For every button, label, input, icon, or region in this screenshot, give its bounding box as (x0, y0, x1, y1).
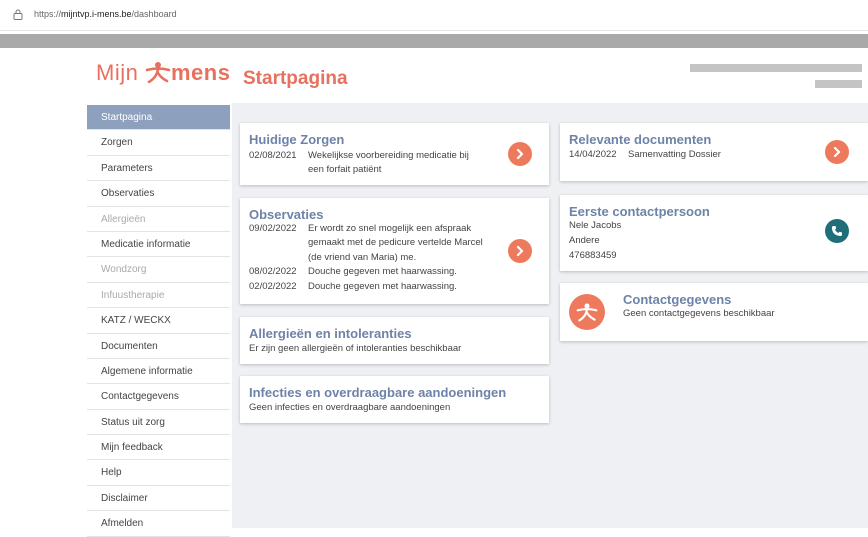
observatie-text-line3: (de vriend van Maria) me. (308, 252, 417, 263)
contact-relation: Andere (569, 235, 600, 246)
mijn-imens-logo[interactable]: Mijn mens (96, 60, 230, 86)
sidebar-item-allergieen[interactable]: Allergieën (87, 206, 230, 232)
observatie-text: Douche gegeven met haarwassing. (308, 281, 457, 292)
page-title: Startpagina (243, 68, 348, 89)
contactgegevens-text: Geen contactgegevens beschikbaar (623, 308, 775, 319)
contact-name: Nele Jacobs (569, 220, 622, 231)
card-contactgegevens[interactable]: Contactgegevens Geen contactgegevens bes… (560, 283, 868, 341)
sidebar-nav: Startpagina Zorgen Parameters Observatie… (87, 105, 230, 537)
card-infecties[interactable]: Infecties en overdraagbare aandoeningen … (240, 376, 549, 423)
chevron-right-button[interactable] (508, 142, 532, 166)
imens-logo-badge (569, 294, 605, 330)
sidebar-item-afmelden[interactable]: Afmelden (87, 511, 230, 537)
zorg-text-line2: een forfait patiënt (308, 164, 382, 175)
chevron-right-icon (516, 245, 524, 257)
card-title: Observaties (249, 207, 324, 222)
lock-icon (13, 9, 23, 20)
sidebar-item-contactgegevens[interactable]: Contactgegevens (87, 384, 230, 410)
sidebar-item-status-uit-zorg[interactable]: Status uit zorg (87, 409, 230, 436)
url-text: https://mijntvp.i-mens.be/dashboard (34, 9, 177, 19)
sidebar-item-mijn-feedback[interactable]: Mijn feedback (87, 435, 230, 461)
card-title: Eerste contactpersoon (569, 204, 710, 219)
sidebar-item-help[interactable]: Help (87, 460, 230, 486)
sidebar-item-zorgen[interactable]: Zorgen (87, 130, 230, 156)
card-title: Contactgegevens (623, 292, 732, 307)
card-huidige-zorgen[interactable]: Huidige Zorgen 02/08/2021 Wekelijkse voo… (240, 123, 549, 185)
contact-phone: 476883459 (569, 250, 617, 261)
redacted-bar (0, 34, 868, 48)
sidebar-item-algemene-informatie[interactable]: Algemene informatie (87, 358, 230, 385)
card-title: Relevante documenten (569, 132, 712, 147)
imens-logo-icon (145, 62, 171, 84)
card-eerste-contactpersoon[interactable]: Eerste contactpersoon Nele Jacobs Andere… (560, 195, 868, 271)
observatie-text-line2: gemaakt met de pedicure vertelde Marcel (308, 237, 483, 248)
allergieen-text: Er zijn geen allergieën of intoleranties… (249, 343, 462, 354)
observatie-text-line1: Er wordt zo snel mogelijk een afspraak (308, 223, 472, 234)
imens-logo-icon (576, 303, 598, 322)
zorg-date: 02/08/2021 (249, 150, 297, 161)
sidebar-item-medicatie-informatie[interactable]: Medicatie informatie (87, 231, 230, 258)
card-title: Infecties en overdraagbare aandoeningen (249, 385, 507, 400)
card-observaties[interactable]: Observaties 09/02/2022 Er wordt zo snel … (240, 198, 549, 304)
redacted-user-name (690, 64, 862, 72)
observatie-date: 09/02/2022 (249, 223, 297, 234)
phone-icon (832, 226, 842, 236)
card-title: Huidige Zorgen (249, 132, 345, 147)
card-allergieen[interactable]: Allergieën en intoleranties Er zijn geen… (240, 317, 549, 364)
browser-url-bar[interactable]: https://mijntvp.i-mens.be/dashboard (0, 0, 868, 31)
sidebar-item-documenten[interactable]: Documenten (87, 333, 230, 359)
sidebar-item-parameters[interactable]: Parameters (87, 155, 230, 182)
chevron-right-button[interactable] (508, 239, 532, 263)
sidebar-item-infuustherapie[interactable]: Infuustherapie (87, 282, 230, 309)
observatie-text: Douche gegeven met haarwassing. (308, 266, 457, 277)
sidebar-item-wondzorg[interactable]: Wondzorg (87, 257, 230, 283)
phone-call-button[interactable] (825, 219, 849, 243)
chevron-right-icon (833, 146, 841, 158)
zorg-text-line1: Wekelijkse voorbereiding medicatie bij (308, 150, 469, 161)
observatie-date: 02/02/2022 (249, 281, 297, 292)
card-title: Allergieën en intoleranties (249, 326, 412, 341)
document-name: Samenvatting Dossier (628, 149, 721, 160)
sidebar-item-disclaimer[interactable]: Disclaimer (87, 485, 230, 512)
observatie-date: 08/02/2022 (249, 266, 297, 277)
card-relevante-documenten[interactable]: Relevante documenten 14/04/2022 Samenvat… (560, 123, 868, 181)
chevron-right-icon (516, 148, 524, 160)
infecties-text: Geen infecties en overdraagbare aandoeni… (249, 402, 451, 413)
sidebar-item-katz-weckx[interactable]: KATZ / WECKX (87, 308, 230, 334)
sidebar-item-startpagina[interactable]: Startpagina (87, 105, 230, 131)
sidebar-item-observaties[interactable]: Observaties (87, 181, 230, 207)
chevron-right-button[interactable] (825, 140, 849, 164)
redacted-user-info (815, 80, 862, 88)
document-date: 14/04/2022 (569, 149, 617, 160)
